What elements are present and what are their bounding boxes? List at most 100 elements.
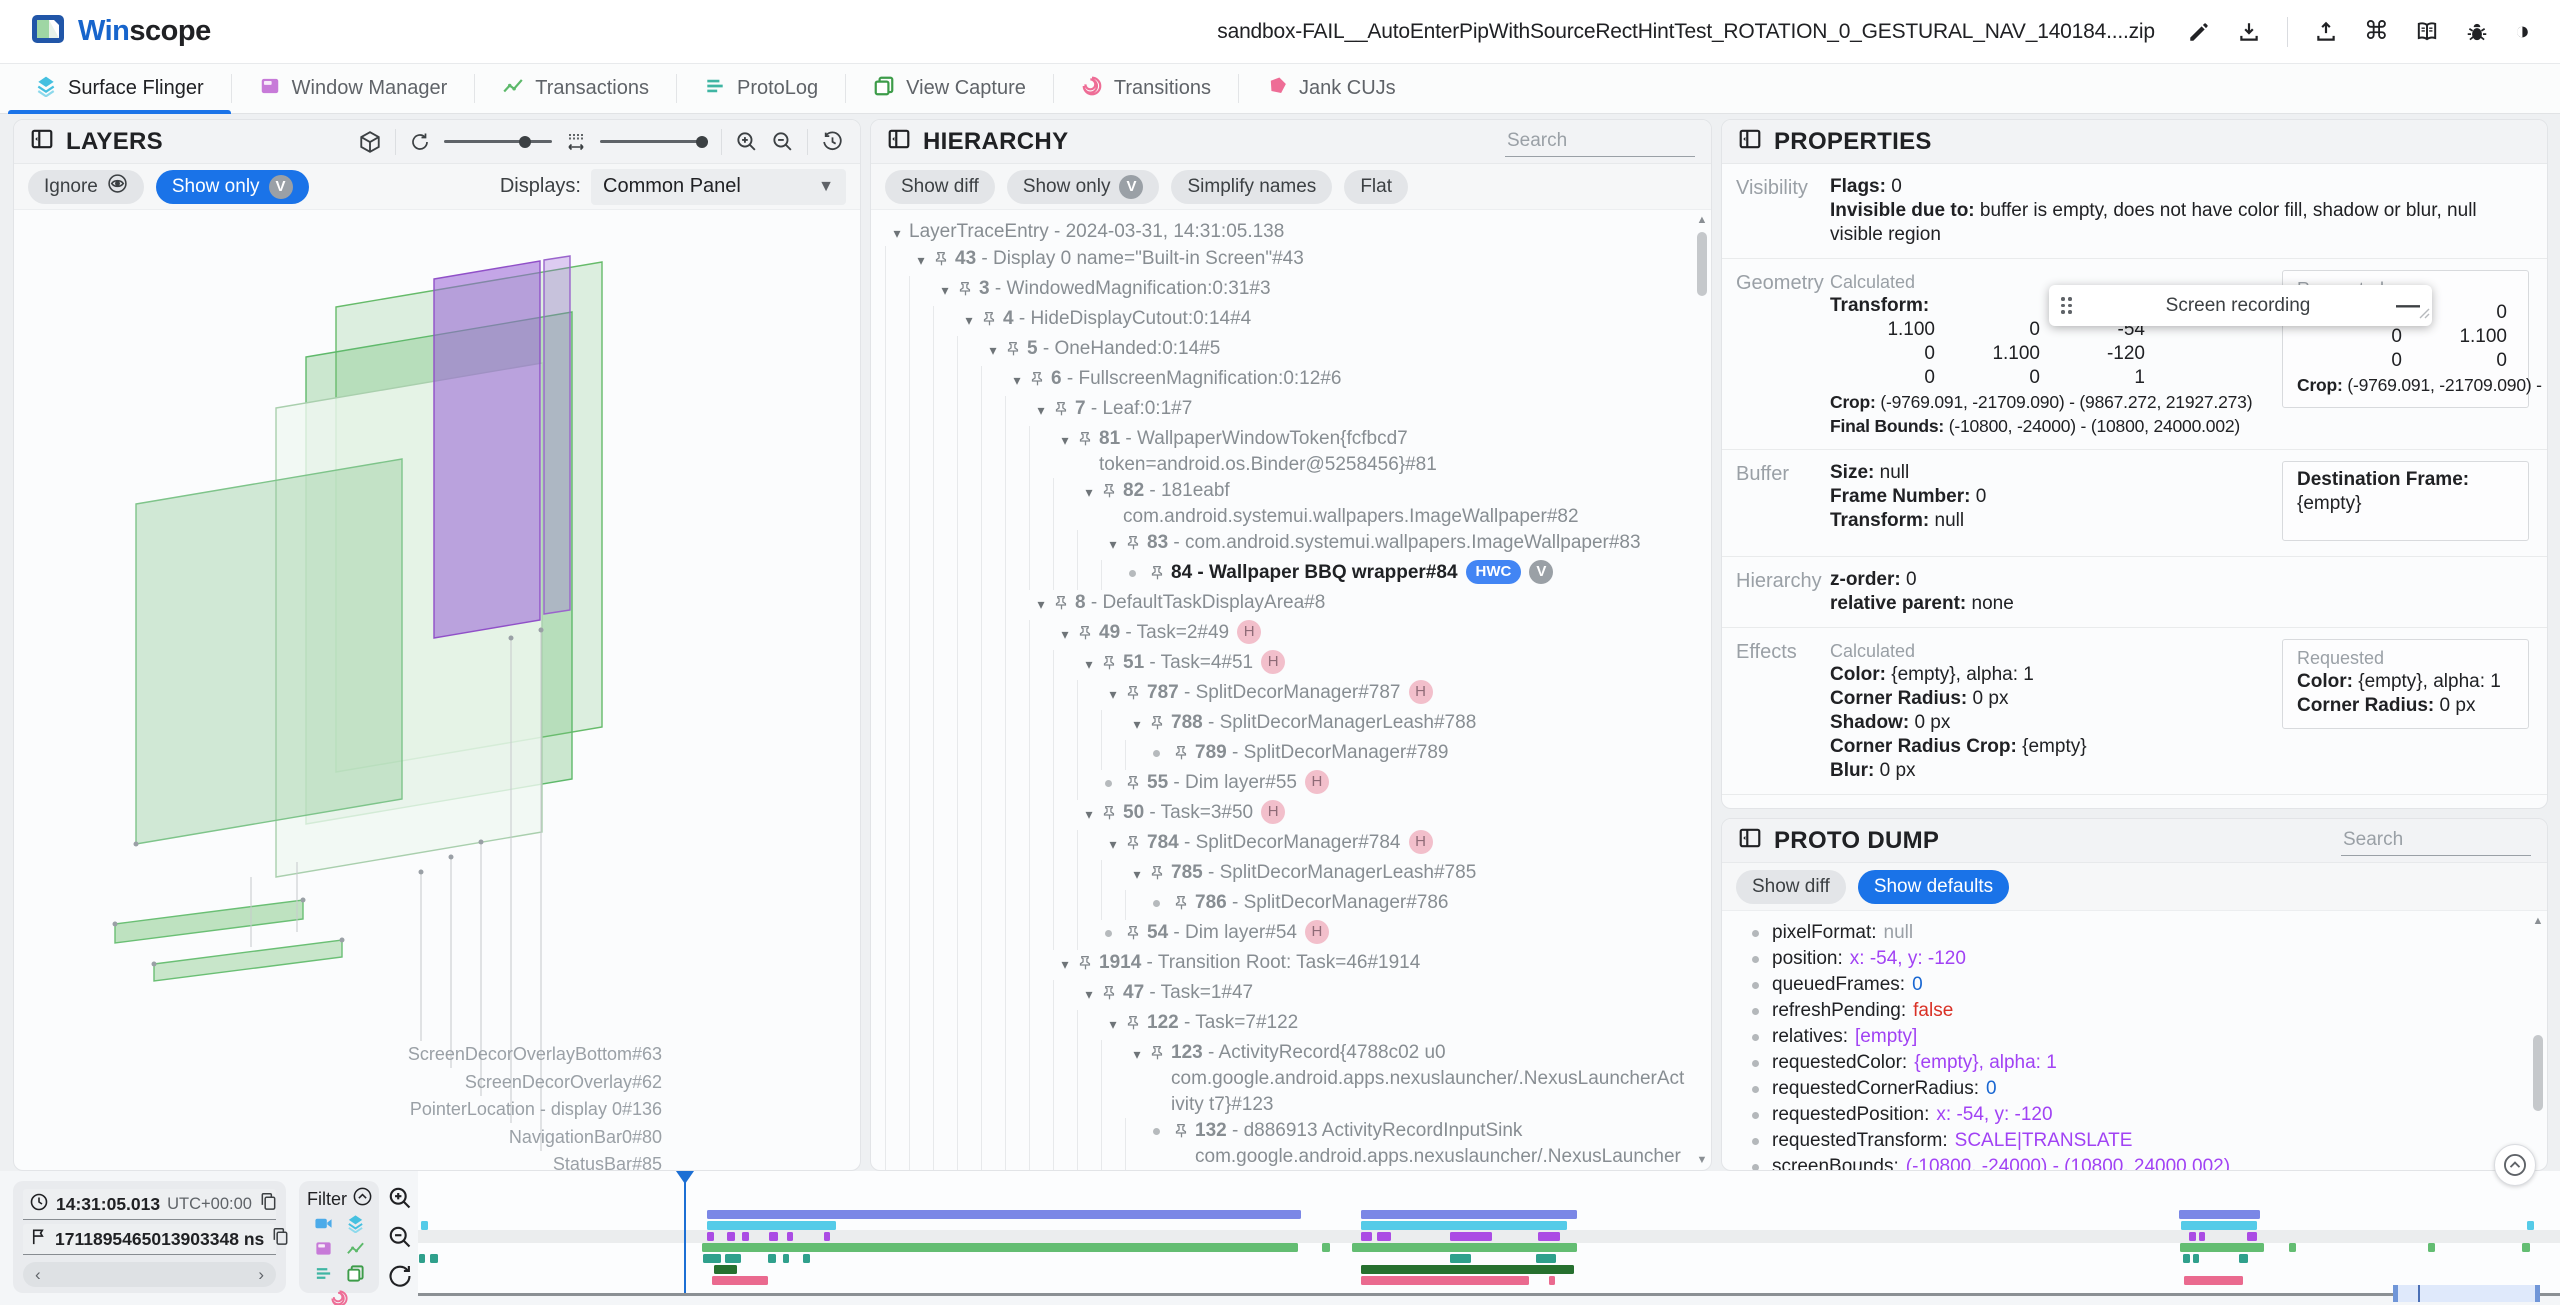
- pin-icon[interactable]: [1053, 590, 1075, 620]
- download-traces-button[interactable]: [2237, 20, 2261, 44]
- hierarchy-search-input[interactable]: [1505, 126, 1695, 157]
- show-only-visible-button[interactable]: Show only V: [155, 169, 309, 204]
- drag-handle-icon[interactable]: [2061, 297, 2072, 314]
- timeline-segment-transactions[interactable]: [702, 1243, 1298, 1252]
- expand-arrow-icon[interactable]: ▾: [957, 306, 981, 333]
- timeline-reset-zoom-button[interactable]: [387, 1263, 413, 1289]
- timeline-scroll-track[interactable]: [418, 1293, 2560, 1296]
- tree-node[interactable]: ▾ 123 - ActivityRecord{4788c02 u0 com.goo…: [885, 1040, 1695, 1118]
- spacing-slider[interactable]: [600, 135, 708, 148]
- tree-node[interactable]: ▾ 6 - FullscreenMagnification:0:12#6: [885, 366, 1695, 396]
- expand-arrow-icon[interactable]: ▾: [1077, 800, 1101, 827]
- panel-collapse-icon[interactable]: [30, 127, 54, 156]
- timeline-segment-protolog[interactable]: [768, 1254, 776, 1263]
- tree-node[interactable]: 55 - Dim layer#55 H: [885, 770, 1695, 800]
- layer-name-label[interactable]: ScreenDecorOverlayBottom#63: [14, 1041, 662, 1069]
- show-only-visible-button[interactable]: Show only V: [1006, 169, 1160, 204]
- pin-icon[interactable]: [1101, 980, 1123, 1010]
- timeline-segment-protolog[interactable]: [2239, 1254, 2248, 1263]
- scroll-up-icon[interactable]: ▲: [2531, 915, 2545, 927]
- documentation-button[interactable]: [2415, 20, 2439, 44]
- pin-icon[interactable]: [1005, 336, 1027, 366]
- cube-3d-icon[interactable]: [358, 130, 382, 154]
- pin-icon[interactable]: [1077, 426, 1099, 456]
- timeline-segment-protolog[interactable]: [1536, 1254, 1556, 1263]
- timeline-segment-transitions[interactable]: [2184, 1276, 2243, 1285]
- tree-node[interactable]: ▾ 47 - Task=1#47: [885, 980, 1695, 1010]
- expand-arrow-icon[interactable]: ▾: [1125, 860, 1149, 887]
- tab-view-capture[interactable]: View Capture: [846, 64, 1053, 113]
- timeline-segment-window-manager[interactable]: [1450, 1232, 1492, 1241]
- tree-node[interactable]: ▾ 784 - SplitDecorManager#784 H: [885, 830, 1695, 860]
- upload-traces-button[interactable]: [2314, 20, 2338, 44]
- tree-node[interactable]: ▾ 8 - DefaultTaskDisplayArea#8: [885, 590, 1695, 620]
- edit-file-button[interactable]: [2187, 20, 2211, 44]
- proto-show-diff-button[interactable]: Show diff: [1736, 869, 1846, 904]
- expand-arrow-icon[interactable]: ▾: [1101, 1010, 1125, 1037]
- pin-icon[interactable]: [1125, 1010, 1147, 1040]
- timeline-segment-window-manager[interactable]: [727, 1232, 735, 1241]
- swirl-trace-icon[interactable]: [330, 1289, 349, 1305]
- timeline-cursor-handle[interactable]: [676, 1171, 694, 1184]
- tab-transitions[interactable]: Transitions: [1054, 64, 1238, 113]
- tree-node[interactable]: ▾ 787 - SplitDecorManager#787 H: [885, 680, 1695, 710]
- timeline-zoom-range[interactable]: [2393, 1285, 2540, 1302]
- flat-button[interactable]: Flat: [1344, 169, 1408, 204]
- timeline-segment-screen-recording[interactable]: [1361, 1210, 1577, 1219]
- layers-trace-icon[interactable]: [346, 1214, 365, 1238]
- proto-property-row[interactable]: refreshPending: false: [1752, 998, 2531, 1024]
- pin-icon[interactable]: [981, 306, 1003, 336]
- tree-node[interactable]: ▾ 1914 - Transition Root: Task=46#1914: [885, 950, 1695, 980]
- tab-window-manager[interactable]: Window Manager: [232, 64, 475, 113]
- pin-icon[interactable]: [1173, 1118, 1195, 1148]
- panel-collapse-icon[interactable]: [1738, 127, 1762, 156]
- timeline-segment-protolog[interactable]: [783, 1254, 789, 1263]
- timeline-segment-surface-flinger[interactable]: [1361, 1221, 1567, 1230]
- camera-trace-icon[interactable]: [314, 1214, 333, 1238]
- timeline-zoom-out-button[interactable]: [387, 1224, 413, 1250]
- timeline-segment-transactions[interactable]: [2289, 1243, 2296, 1252]
- proto-property-row[interactable]: queuedFrames: 0: [1752, 972, 2531, 998]
- prev-frame-button[interactable]: ‹: [35, 1265, 41, 1285]
- screen-recording-window[interactable]: Screen recording —: [2049, 285, 2432, 326]
- timeline-segment-window-manager[interactable]: [1377, 1232, 1391, 1241]
- scroll-down-icon[interactable]: ▼: [1695, 1154, 1709, 1166]
- timeline-segment-transitions[interactable]: [712, 1276, 768, 1285]
- expand-arrow-icon[interactable]: ▾: [1077, 650, 1101, 677]
- timeline-segment-window-manager[interactable]: [2189, 1232, 2196, 1241]
- chart-trace-icon[interactable]: [346, 1239, 365, 1263]
- timeline-segment-protolog[interactable]: [2183, 1254, 2190, 1263]
- proto-property-row[interactable]: relatives: [empty]: [1752, 1024, 2531, 1050]
- expand-arrow-icon[interactable]: ▾: [1101, 530, 1125, 557]
- timeline-segment-surface-flinger[interactable]: [2527, 1221, 2534, 1230]
- pin-icon[interactable]: [1053, 396, 1075, 426]
- timeline-segment-window-manager[interactable]: [2199, 1232, 2205, 1241]
- timeline-segment-transactions[interactable]: [1352, 1243, 1577, 1252]
- timeline-segment-window-manager[interactable]: [2247, 1232, 2257, 1241]
- zoom-out-icon[interactable]: [771, 130, 794, 153]
- timeline-canvas[interactable]: [418, 1171, 2560, 1293]
- pin-icon[interactable]: [1077, 950, 1099, 980]
- expand-arrow-icon[interactable]: ▾: [1053, 950, 1077, 977]
- tree-node[interactable]: 786 - SplitDecorManager#786: [885, 890, 1695, 920]
- timeline-segment-view-capture[interactable]: [714, 1265, 737, 1274]
- tree-node[interactable]: ▾ 7 - Leaf:0:1#7: [885, 396, 1695, 426]
- copy-icon[interactable]: [259, 1192, 278, 1216]
- dark-mode-toggle[interactable]: ◑: [2515, 19, 2530, 44]
- timeline-segment-window-manager[interactable]: [769, 1232, 778, 1241]
- simplify-names-button[interactable]: Simplify names: [1171, 169, 1333, 204]
- expand-arrow-icon[interactable]: ▾: [1101, 830, 1125, 857]
- expand-arrow-icon[interactable]: ▾: [1125, 1040, 1149, 1067]
- tab-surface-flinger[interactable]: Surface Flinger: [8, 64, 231, 114]
- timeline-segment-window-manager[interactable]: [707, 1232, 714, 1241]
- proto-property-row[interactable]: requestedPosition: x: -54, y: -120: [1752, 1102, 2531, 1128]
- timeline-segment-protolog[interactable]: [803, 1254, 810, 1263]
- pin-icon[interactable]: [1125, 920, 1147, 950]
- displays-dropdown[interactable]: Common Panel ▼: [591, 168, 846, 205]
- layer-name-label[interactable]: ScreenDecorOverlay#62: [14, 1069, 662, 1097]
- timeline-segment-window-manager[interactable]: [1361, 1232, 1372, 1241]
- tree-node[interactable]: 132 - d886913 ActivityRecordInputSink co…: [885, 1118, 1695, 1170]
- zoom-in-icon[interactable]: [735, 130, 758, 153]
- proto-property-row[interactable]: pixelFormat: null: [1752, 920, 2531, 946]
- tree-node[interactable]: ▾ 3 - WindowedMagnification:0:31#3: [885, 276, 1695, 306]
